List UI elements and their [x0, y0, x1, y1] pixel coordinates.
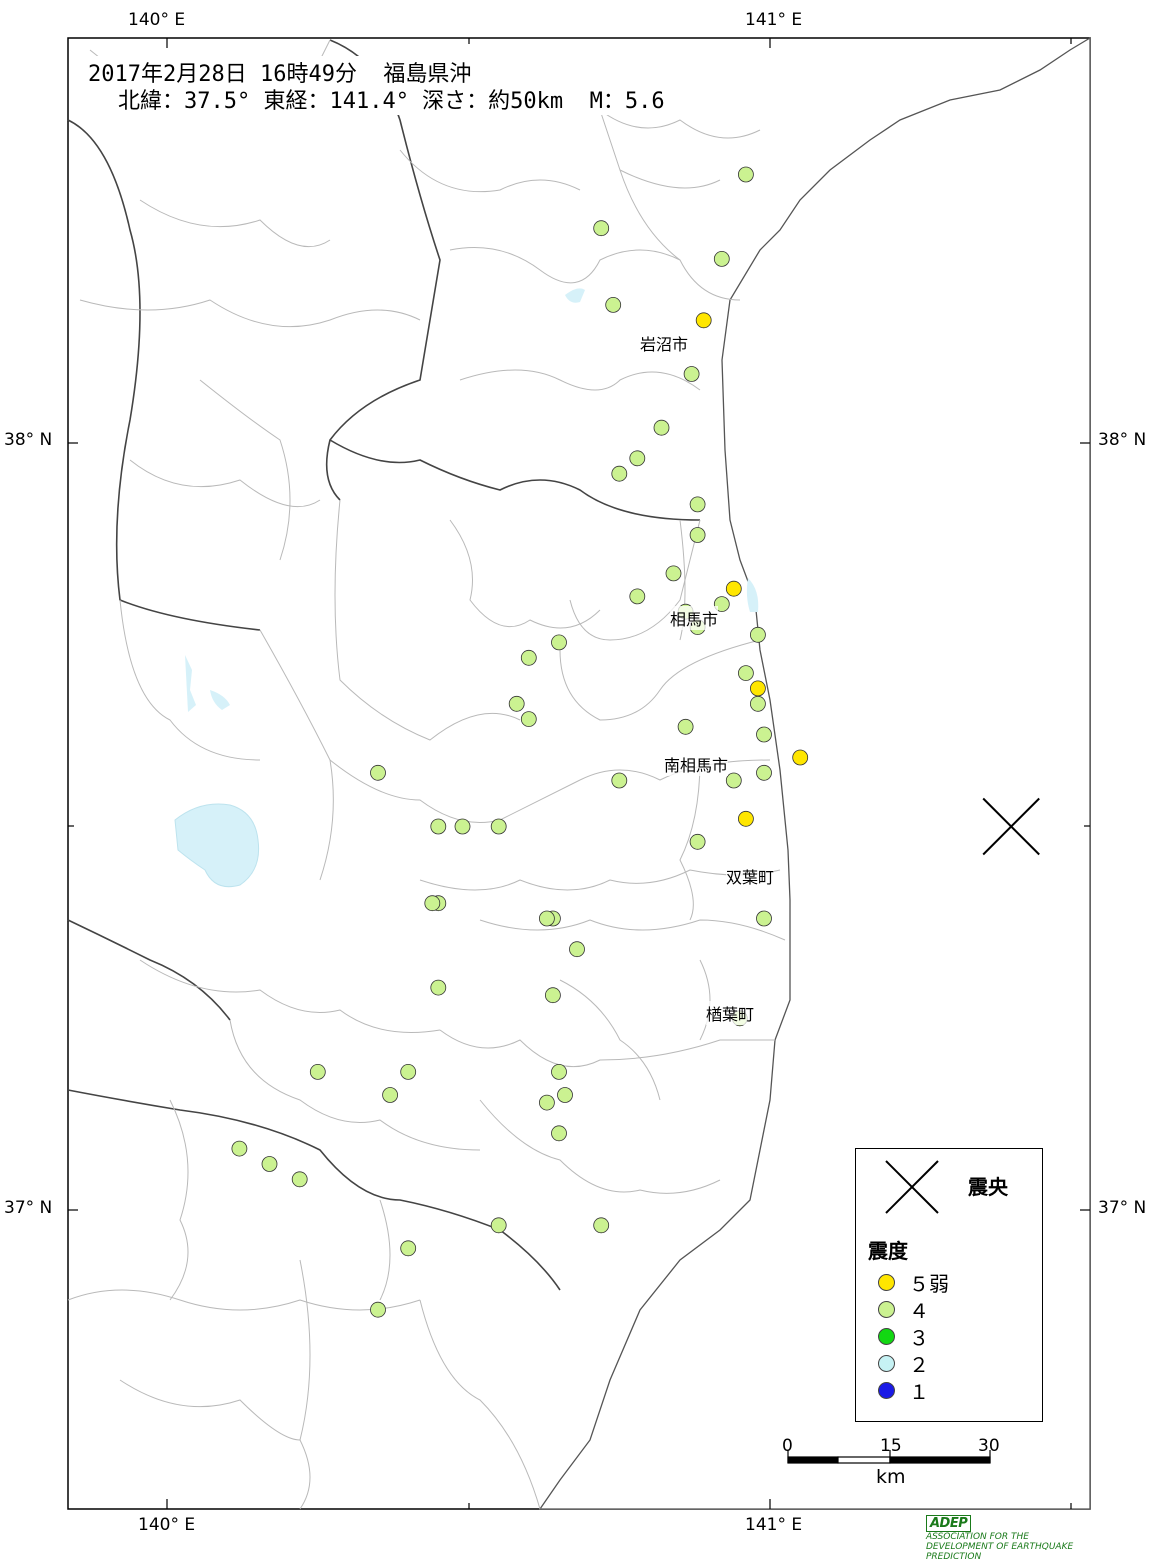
adep-logo-mark: ADEP [926, 1515, 972, 1532]
legend-item-label: １ [909, 1379, 929, 1404]
adep-logo: ADEP ASSOCIATION FOR THE DEVELOPMENT OF … [926, 1512, 1086, 1562]
station-marker [291, 1171, 308, 1188]
event-parameters: 北緯：37.5° 東経：141.4° 深さ：約50km M：5.6 [118, 83, 665, 115]
legend-swatch [878, 1354, 895, 1372]
legend-swatch [878, 1381, 895, 1399]
scale-label-30: 30 [978, 1436, 1000, 1456]
legend-item: ２ [878, 1350, 929, 1377]
station-marker [713, 250, 730, 267]
station-marker [370, 764, 386, 781]
station-marker [665, 565, 682, 582]
station-marker [756, 726, 772, 743]
station-marker [539, 1094, 555, 1111]
station-marker [756, 910, 772, 927]
station-marker [593, 1217, 610, 1234]
station-marker [756, 764, 772, 781]
station-marker [520, 649, 537, 666]
legend-swatch [878, 1273, 895, 1291]
station-marker [551, 1125, 567, 1142]
legend-intensity-title: 震度 [868, 1239, 908, 1263]
station-marker [309, 1064, 326, 1080]
lat-label-right-37: 37° N [1098, 1198, 1147, 1218]
station-marker [490, 1217, 507, 1234]
legend-item-label: ３ [909, 1325, 929, 1350]
epicenter-legend-icon [885, 1160, 939, 1214]
station-marker [725, 772, 742, 789]
city-label-futaba: 双葉町 [726, 864, 775, 888]
station-marker [629, 588, 646, 605]
station-marker [400, 1064, 417, 1080]
legend: 震央 震度 ５弱 ４ ３ ２ １ [855, 1148, 1043, 1422]
legend-item: ５弱 [878, 1269, 949, 1296]
lat-label-right-38: 38° N [1098, 430, 1147, 450]
legend-swatch [878, 1327, 895, 1345]
city-label-naraha: 楢葉町 [706, 1001, 755, 1025]
station-marker [508, 695, 525, 712]
station-marker [539, 910, 555, 927]
station-marker [551, 634, 567, 651]
station-marker [454, 818, 471, 835]
station-marker [677, 718, 694, 735]
city-label-minamisoma: 南相馬市 [664, 752, 729, 776]
station-marker [689, 496, 706, 513]
legend-item: ３ [878, 1323, 929, 1350]
adep-logo-subtitle: ASSOCIATION FOR THE DEVELOPMENT OF EARTH… [926, 1532, 1074, 1562]
station-marker [689, 527, 706, 543]
station-marker [261, 1156, 278, 1172]
station-marker [629, 450, 646, 467]
station-marker [738, 166, 754, 183]
lon-label-top-140: 140° E [128, 10, 186, 30]
station-marker [430, 979, 447, 996]
scale-label-15: 15 [880, 1436, 902, 1456]
station-marker [683, 366, 700, 382]
legend-item-label: ４ [909, 1298, 929, 1323]
station-marker [750, 626, 766, 643]
station-marker [695, 312, 712, 329]
station-marker [593, 220, 610, 237]
station-marker [430, 818, 447, 835]
station-marker [605, 296, 622, 313]
legend-swatch [878, 1300, 895, 1318]
lat-label-left-38: 38° N [4, 430, 53, 450]
station-marker [689, 833, 706, 850]
station-marker [382, 1087, 399, 1103]
lon-label-bottom-140: 140° E [138, 1515, 196, 1535]
station-marker [520, 711, 537, 727]
station-marker [490, 818, 507, 835]
station-marker [569, 941, 585, 958]
station-marker [653, 419, 670, 436]
station-marker [750, 680, 766, 697]
scale-unit: km [876, 1466, 906, 1488]
station-marker [738, 665, 754, 681]
station-marker [725, 580, 742, 597]
station-marker [611, 465, 628, 482]
city-label-iwanuma: 岩沼市 [640, 331, 689, 355]
station-marker [545, 987, 561, 1004]
station-marker [611, 772, 628, 789]
station-marker [400, 1240, 417, 1257]
station-marker [231, 1140, 248, 1157]
station-marker [557, 1087, 573, 1103]
legend-item: １ [878, 1377, 929, 1404]
station-marker [792, 749, 809, 766]
legend-item: ４ [878, 1296, 929, 1323]
station-marker [424, 895, 441, 912]
station-marker [370, 1301, 386, 1318]
lon-label-top-141: 141° E [745, 10, 803, 30]
city-label-soma: 相馬市 [670, 606, 719, 630]
station-marker [738, 810, 754, 827]
legend-item-label: ５弱 [909, 1271, 949, 1296]
station-marker [551, 1064, 567, 1080]
station-marker [750, 695, 766, 712]
lat-label-left-37: 37° N [4, 1198, 53, 1218]
scale-label-0: 0 [782, 1436, 793, 1456]
lon-label-bottom-141: 141° E [745, 1515, 803, 1535]
legend-epicenter-label: 震央 [968, 1175, 1008, 1199]
legend-item-label: ２ [909, 1352, 929, 1377]
